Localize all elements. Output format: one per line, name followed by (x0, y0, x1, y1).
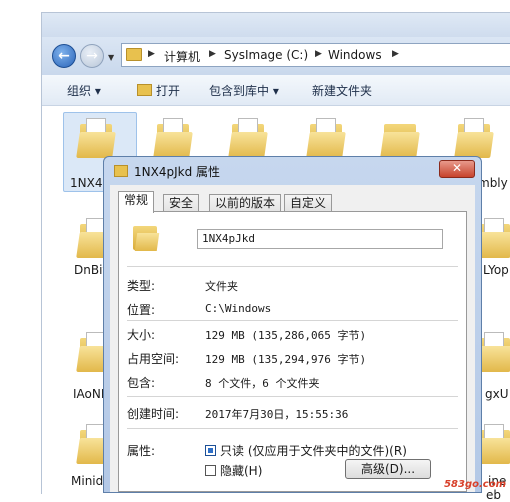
chevron-right-icon[interactable]: ▶ (209, 49, 216, 59)
new-folder-button[interactable]: 新建文件夹 (312, 82, 372, 99)
open-button[interactable]: 打开 (137, 82, 180, 99)
dialog-title: 1NX4pJkd 属性 (134, 165, 221, 179)
folder-label[interactable]: eb (486, 488, 501, 502)
created-value: 2017年7月30日，15:55:36 (205, 408, 349, 421)
created-label: 创建时间: (127, 407, 180, 421)
close-button[interactable]: ✕ (439, 160, 475, 178)
type-label: 类型: (127, 279, 156, 293)
readonly-label[interactable]: 只读 (仅应用于文件夹中的文件)(R) (220, 442, 407, 459)
open-label: 打开 (156, 84, 181, 98)
type-value: 文件夹 (205, 280, 238, 293)
tab-general[interactable]: 常规 (118, 191, 155, 213)
contains-label: 包含: (127, 376, 156, 390)
address-row: ← → ▼ ▶ 计算机 ▶ SysImage (C:) ▶ Windows ▶ (42, 37, 510, 75)
folder-icon[interactable] (380, 118, 420, 158)
watermark: 583go.com (444, 479, 506, 490)
folder-label[interactable]: mbly (478, 176, 508, 190)
recent-pages-dropdown-icon[interactable]: ▼ (108, 53, 114, 62)
contains-value: 8 个文件，6 个文件夹 (205, 377, 320, 390)
back-button[interactable]: ← (52, 44, 76, 68)
dialog-body: 常规 安全 以前的版本 自定义 1NX4pJkd 类型: 文件夹 位置: C:\… (110, 185, 475, 492)
advanced-button[interactable]: 高级(D)... (345, 459, 431, 479)
folder-icon[interactable] (454, 118, 494, 158)
hidden-label[interactable]: 隐藏(H) (220, 462, 262, 479)
command-bar: 组织 ▾ 打开 包含到库中 ▾ 新建文件夹 (42, 75, 510, 106)
chevron-right-icon[interactable]: ▶ (315, 49, 322, 59)
address-bar[interactable]: ▶ 计算机 ▶ SysImage (C:) ▶ Windows ▶ (121, 43, 510, 67)
folder-label[interactable]: IAoNI (73, 387, 104, 401)
folder-label[interactable]: Minid (71, 474, 103, 488)
folder-icon[interactable] (153, 118, 193, 158)
general-panel: 1NX4pJkd 类型: 文件夹 位置: C:\Windows 大小: 129 … (118, 211, 467, 492)
readonly-checkbox[interactable] (205, 445, 216, 456)
location-value: C:\Windows (205, 302, 272, 315)
breadcrumb-drive[interactable]: SysImage (C:) (224, 48, 308, 62)
organize-button[interactable]: 组织 ▾ (67, 82, 101, 99)
divider (127, 428, 458, 429)
attributes-label: 属性: (127, 444, 156, 458)
divider (127, 266, 458, 267)
include-in-library-button[interactable]: 包含到库中 ▾ (209, 82, 279, 99)
tab-previous-versions[interactable]: 以前的版本 (209, 194, 282, 212)
divider (127, 320, 458, 321)
properties-dialog: 1NX4pJkd 属性 ✕ 常规 安全 以前的版本 自定义 1NX4pJkd 类… (103, 156, 482, 493)
open-icon (137, 84, 152, 96)
folder-icon (133, 222, 160, 252)
folder-icon[interactable] (306, 118, 346, 158)
folder-icon (114, 165, 128, 177)
breadcrumb-computer[interactable]: 计算机 (164, 48, 200, 65)
tab-security[interactable]: 安全 (163, 194, 200, 212)
folder-icon[interactable] (76, 118, 116, 158)
hidden-checkbox[interactable] (205, 465, 216, 476)
folder-icon (126, 48, 142, 61)
size-label: 大小: (127, 328, 156, 342)
folder-label[interactable]: LYop (483, 263, 509, 277)
location-label: 位置: (127, 303, 156, 317)
forward-button[interactable]: → (80, 44, 104, 68)
size-on-disk-label: 占用空间: (127, 352, 180, 366)
chevron-right-icon[interactable]: ▶ (148, 49, 155, 59)
chevron-right-icon[interactable]: ▶ (392, 49, 399, 59)
breadcrumb-windows[interactable]: Windows (328, 48, 382, 62)
folder-label[interactable]: gxU (485, 387, 509, 401)
folder-name-field[interactable]: 1NX4pJkd (197, 229, 443, 249)
tab-customize[interactable]: 自定义 (284, 194, 333, 212)
divider (127, 396, 458, 397)
size-on-disk-value: 129 MB (135,294,976 字节) (205, 353, 367, 366)
size-value: 129 MB (135,286,065 字节) (205, 329, 367, 342)
explorer-titlebar (42, 13, 510, 37)
folder-icon[interactable] (228, 118, 268, 158)
